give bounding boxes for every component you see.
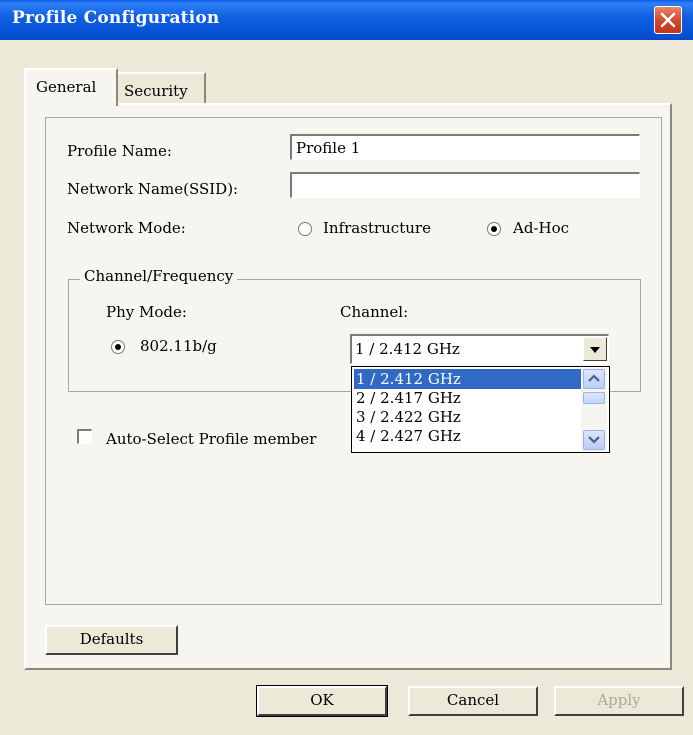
adhoc-label: Ad-Hoc bbox=[513, 219, 570, 237]
close-button[interactable] bbox=[654, 6, 682, 34]
tab-security[interactable]: Security bbox=[118, 72, 206, 103]
phy-mode-value: 802.11b/g bbox=[140, 337, 217, 355]
phy-mode-label: Phy Mode: bbox=[106, 303, 187, 321]
profile-name-label: Profile Name: bbox=[67, 142, 172, 160]
chevron-down-icon[interactable] bbox=[583, 430, 605, 450]
close-icon bbox=[660, 12, 676, 28]
tab-general-label: General bbox=[36, 78, 97, 96]
ssid-label: Network Name(SSID): bbox=[67, 180, 239, 198]
channel-option[interactable]: 1 / 2.412 GHz bbox=[354, 369, 582, 389]
infrastructure-radio[interactable] bbox=[298, 222, 312, 236]
window-title: Profile Configuration bbox=[12, 8, 220, 28]
tab-security-label: Security bbox=[124, 82, 188, 100]
defaults-button[interactable]: Defaults bbox=[45, 625, 178, 655]
network-mode-label: Network Mode: bbox=[67, 219, 186, 237]
scroll-down-glyph bbox=[588, 436, 600, 444]
ok-button[interactable]: OK bbox=[256, 685, 388, 717]
title-bar: Profile Configuration bbox=[0, 0, 693, 40]
chevron-down-icon[interactable] bbox=[583, 337, 607, 361]
auto-select-label: Auto-Select Profile member bbox=[106, 430, 317, 448]
adhoc-radio[interactable] bbox=[487, 222, 501, 236]
auto-select-checkbox[interactable] bbox=[77, 429, 92, 444]
channel-option[interactable]: 4 / 2.427 GHz bbox=[354, 426, 582, 446]
channel-frequency-title: Channel/Frequency bbox=[80, 267, 238, 285]
channel-option[interactable]: 2 / 2.417 GHz bbox=[354, 388, 582, 408]
channel-option[interactable]: 3 / 2.422 GHz bbox=[354, 407, 582, 427]
channel-select[interactable]: 1 / 2.412 GHz bbox=[350, 334, 609, 364]
infrastructure-label: Infrastructure bbox=[323, 219, 431, 237]
tab-general[interactable]: General bbox=[24, 68, 118, 106]
scroll-up-glyph bbox=[588, 374, 600, 382]
apply-button[interactable]: Apply bbox=[554, 686, 684, 716]
phy-mode-radio[interactable] bbox=[111, 340, 125, 354]
dropdown-scrollbar[interactable] bbox=[581, 368, 607, 451]
channel-label: Channel: bbox=[340, 303, 409, 321]
channel-dropdown-list: 1 / 2.412 GHz 2 / 2.417 GHz 3 / 2.422 GH… bbox=[351, 366, 610, 453]
channel-selected-value: 1 / 2.412 GHz bbox=[355, 340, 460, 358]
profile-name-field[interactable] bbox=[290, 134, 640, 160]
cancel-button[interactable]: Cancel bbox=[408, 686, 538, 716]
scroll-thumb[interactable] bbox=[583, 392, 605, 404]
ssid-field[interactable] bbox=[290, 172, 640, 198]
chevron-up-icon[interactable] bbox=[583, 369, 605, 389]
